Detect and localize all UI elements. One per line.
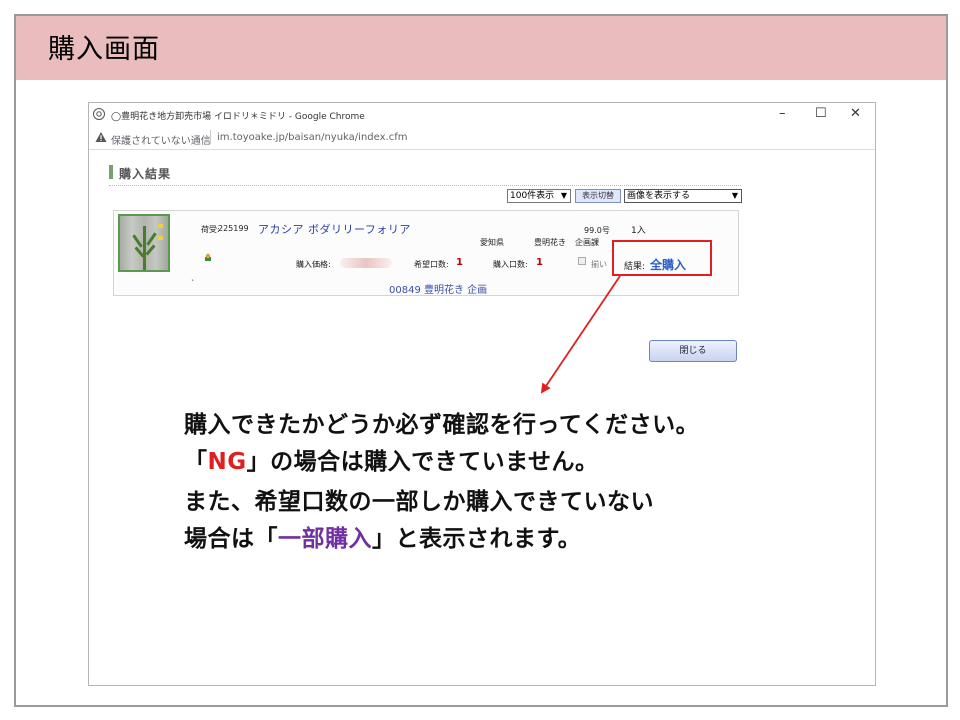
product-quantity: 1入 xyxy=(631,226,646,236)
slide-title: 購入画面 xyxy=(48,34,160,65)
browser-window: ◯豊明花き地方卸売市場 イロドリ＊ミドリ - Google Chrome – ☐… xyxy=(88,102,876,686)
note-line-3: また、希望口数の一部しか購入できていない xyxy=(184,489,654,515)
product-thumbnail[interactable] xyxy=(118,214,170,272)
mark-text: ` xyxy=(191,279,195,288)
minimize-button[interactable]: – xyxy=(779,106,786,122)
chrome-icon xyxy=(93,108,105,120)
grower-name: 豊明花き xyxy=(534,238,566,247)
department: 企画課 xyxy=(575,238,599,247)
grower-link[interactable]: 00849 豊明花き 企画 xyxy=(389,281,487,296)
note-line-1: 購入できたかどうか必ず確認を行ってください。 xyxy=(184,412,700,438)
desired-units-value: 1 xyxy=(456,257,463,268)
lot-number: 225199 xyxy=(218,224,249,233)
note-line-2-pre: 「 xyxy=(184,449,208,475)
per-page-select[interactable]: 100件表示 ▼ xyxy=(507,189,571,203)
close-window-button[interactable]: ✕ xyxy=(850,106,861,122)
address-separator xyxy=(210,130,211,144)
image-display-select[interactable]: 画像を表示する ▼ xyxy=(624,189,742,203)
note-line-2-post: 」の場合は購入できていません。 xyxy=(246,449,599,475)
maximize-button[interactable]: ☐ xyxy=(815,106,827,122)
section-marker xyxy=(109,165,113,179)
set-checkbox-label: 揃い xyxy=(591,260,607,269)
note-line-4-post: 」と表示されます。 xyxy=(372,526,582,552)
set-checkbox[interactable] xyxy=(578,257,586,265)
url-text[interactable]: im.toyoake.jp/baisan/nyuka/index.cfm xyxy=(217,132,407,143)
image-display-select-value: 画像を表示する xyxy=(627,191,691,201)
flower-icon xyxy=(205,253,211,261)
address-bar[interactable]: 保護されていない通信 im.toyoake.jp/baisan/nyuka/in… xyxy=(89,127,875,150)
prefecture: 愛知県 xyxy=(480,238,504,247)
price-value-blurred xyxy=(340,258,392,268)
per-page-select-value: 100件表示 xyxy=(510,191,555,201)
product-name[interactable]: アカシア ボダリリーフォリア xyxy=(258,221,411,237)
purchased-units-label: 購入口数: xyxy=(493,260,528,269)
toggle-display-button[interactable]: 表示切替 xyxy=(575,189,621,203)
result-highlight-box xyxy=(612,240,712,276)
lot-label: 荷受: xyxy=(201,225,220,234)
note-ng: NG xyxy=(207,449,247,475)
browser-titlebar: ◯豊明花き地方卸売市場 イロドリ＊ミドリ - Google Chrome – ☐… xyxy=(89,103,875,128)
warning-icon xyxy=(95,132,107,142)
section-divider xyxy=(109,185,741,186)
window-title: ◯豊明花き地方卸売市場 イロドリ＊ミドリ - Google Chrome xyxy=(111,112,365,122)
note-line-4-pre: 場合は「 xyxy=(184,526,278,552)
desired-units-label: 希望口数: xyxy=(414,260,449,269)
chevron-down-icon: ▼ xyxy=(731,191,738,200)
note-line-2: 「NG」の場合は購入できていません。 xyxy=(184,451,598,474)
purchased-units-value: 1 xyxy=(536,257,543,268)
note-partial-purchase: 一部購入 xyxy=(278,526,372,552)
chevron-down-icon: ▼ xyxy=(560,191,567,200)
section-title: 購入結果 xyxy=(119,167,172,181)
note-line-4: 場合は「一部購入」と表示されます。 xyxy=(184,528,581,551)
product-size: 99.0号 xyxy=(584,226,610,235)
not-secure-label: 保護されていない通信 xyxy=(111,136,211,147)
price-label: 購入価格: xyxy=(296,260,331,269)
close-button[interactable]: 閉じる xyxy=(649,340,737,362)
